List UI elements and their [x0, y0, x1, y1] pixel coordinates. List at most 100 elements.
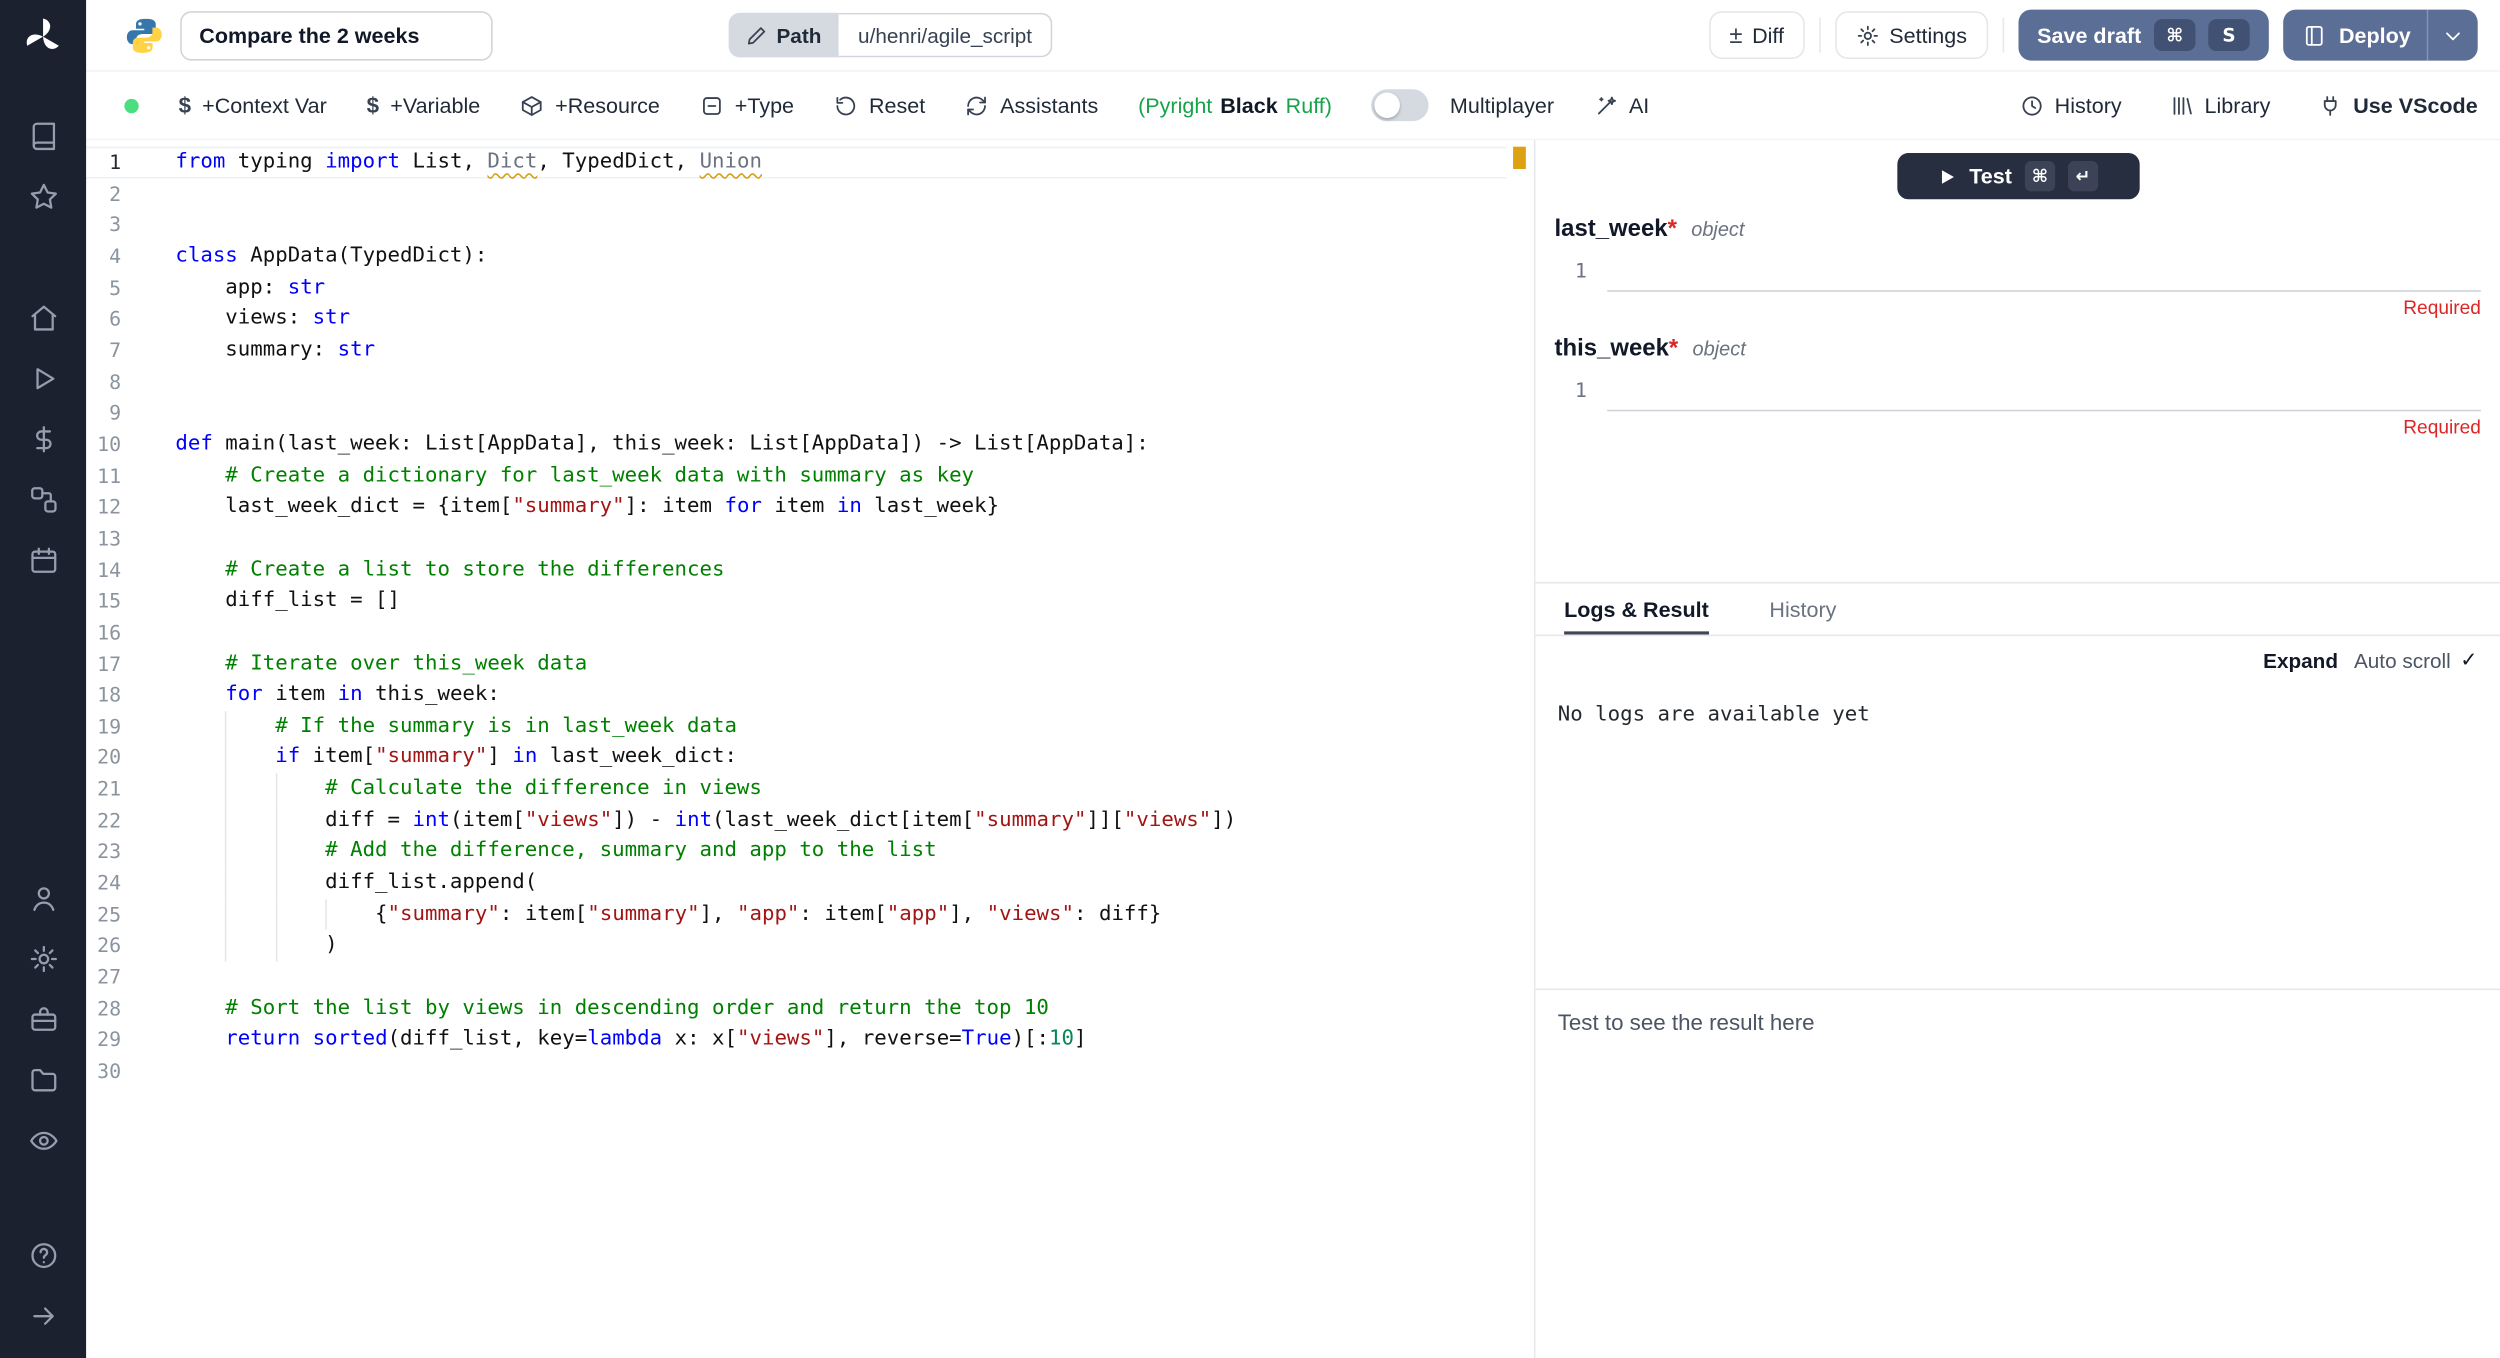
- code-line[interactable]: 26 ): [86, 930, 1507, 961]
- eye-icon[interactable]: [0, 1110, 86, 1171]
- tab-logs-result[interactable]: Logs & Result: [1564, 584, 1709, 635]
- line-number: 29: [86, 1024, 175, 1055]
- dollar-icon[interactable]: [0, 408, 86, 469]
- path-edit-tag[interactable]: Path: [729, 13, 839, 58]
- book-icon[interactable]: [0, 105, 86, 166]
- user-icon[interactable]: [0, 867, 86, 928]
- assistants-button[interactable]: Assistants: [965, 93, 1098, 117]
- arg-input-line[interactable]: [1607, 250, 2481, 291]
- script-title-input[interactable]: [180, 10, 493, 59]
- play-icon[interactable]: [0, 348, 86, 409]
- use-vscode-button[interactable]: Use VScode: [2318, 93, 2478, 117]
- reset-button[interactable]: Reset: [834, 93, 925, 117]
- path-control[interactable]: Path u/henri/agile_script: [729, 13, 1053, 58]
- play-icon: [1937, 167, 1956, 186]
- library-button[interactable]: Library: [2169, 93, 2270, 117]
- code-line[interactable]: 7 summary: str: [86, 335, 1507, 366]
- code-line[interactable]: 1from typing import List, Dict, TypedDic…: [86, 147, 1507, 178]
- expand-button[interactable]: Expand: [2263, 648, 2338, 672]
- code-line[interactable]: 8: [86, 366, 1507, 397]
- library-icon: [2169, 93, 2193, 117]
- line-number: 15: [86, 585, 175, 616]
- folder-icon[interactable]: [0, 1049, 86, 1110]
- code-line[interactable]: 19 # If the summary is in last_week data: [86, 711, 1507, 742]
- code-line[interactable]: 21 # Calculate the difference in views: [86, 773, 1507, 804]
- ai-button[interactable]: AI: [1594, 93, 1649, 117]
- code-line[interactable]: 22 diff = int(item["views"]) - int(last_…: [86, 805, 1507, 836]
- line-number: 17: [86, 648, 175, 679]
- overview-ruler[interactable]: [1507, 140, 1534, 1358]
- arg-type: object: [1693, 338, 1746, 360]
- wand-icon: [1594, 93, 1618, 117]
- code-line[interactable]: 2: [86, 178, 1507, 209]
- windmill-logo-icon[interactable]: [19, 13, 67, 61]
- star-icon[interactable]: [0, 166, 86, 227]
- test-button[interactable]: Test ⌘ ↵: [1897, 153, 2139, 199]
- sitemap-icon[interactable]: [0, 469, 86, 530]
- diff-button[interactable]: ± Diff: [1709, 11, 1805, 59]
- clock-icon: [2020, 93, 2044, 117]
- code-line[interactable]: 28 # Sort the list by views in descendin…: [86, 993, 1507, 1024]
- calendar-icon[interactable]: [0, 529, 86, 590]
- code-line[interactable]: 20 if item["summary"] in last_week_dict:: [86, 742, 1507, 773]
- autoscroll-toggle[interactable]: Auto scroll ✓: [2354, 647, 2478, 673]
- code-line[interactable]: 11 # Create a dictionary for last_week d…: [86, 460, 1507, 491]
- line-number: 26: [86, 930, 175, 961]
- save-draft-button[interactable]: Save draft ⌘ S: [2018, 10, 2269, 61]
- tab-history[interactable]: History: [1769, 584, 1836, 635]
- add-type-button[interactable]: +Type: [700, 93, 794, 117]
- s-key-badge: S: [2208, 19, 2249, 51]
- code-line[interactable]: 3: [86, 209, 1507, 240]
- deploy-button[interactable]: Deploy: [2283, 10, 2478, 61]
- code-line[interactable]: 17 # Iterate over this_week data: [86, 648, 1507, 679]
- gear-icon: [1856, 23, 1880, 47]
- arrow-right-icon[interactable]: [0, 1285, 86, 1346]
- code-line[interactable]: 15 diff_list = []: [86, 585, 1507, 616]
- code-line[interactable]: 13: [86, 523, 1507, 554]
- code-lines: 1from typing import List, Dict, TypedDic…: [86, 147, 1507, 1087]
- code-line[interactable]: 30: [86, 1056, 1507, 1087]
- toolbox-icon[interactable]: [0, 989, 86, 1050]
- line-number: 8: [86, 366, 175, 397]
- divider: [2002, 18, 2004, 53]
- line-number: 14: [86, 554, 175, 585]
- divider: [1819, 18, 1821, 53]
- code-line[interactable]: 10def main(last_week: List[AppData], thi…: [86, 429, 1507, 460]
- required-hint: Required: [1555, 416, 2481, 438]
- add-variable-button[interactable]: $ +Variable: [367, 93, 481, 117]
- deploy-dropdown[interactable]: [2427, 10, 2478, 61]
- add-resource-button[interactable]: +Resource: [520, 93, 660, 117]
- add-context-var-button[interactable]: $ +Context Var: [179, 93, 327, 117]
- multiplayer-label[interactable]: Multiplayer: [1450, 93, 1554, 117]
- home-icon[interactable]: [0, 287, 86, 348]
- code-line[interactable]: 12 last_week_dict = {item["summary"]: it…: [86, 491, 1507, 522]
- reset-icon: [834, 93, 858, 117]
- chevron-down-icon: [2441, 23, 2465, 47]
- arg-input-this-week[interactable]: 1: [1555, 370, 2481, 410]
- gear-icon[interactable]: [0, 928, 86, 989]
- result-section: Test to see the result here: [1535, 989, 2500, 1358]
- line-number: 18: [86, 679, 175, 710]
- code-line[interactable]: 16: [86, 617, 1507, 648]
- code-line[interactable]: 24 diff_list.append(: [86, 868, 1507, 899]
- arg-input-line[interactable]: [1607, 369, 2481, 410]
- code-line[interactable]: 6 views: str: [86, 303, 1507, 334]
- book-icon: [2302, 23, 2326, 47]
- code-line[interactable]: 27: [86, 962, 1507, 993]
- help-icon[interactable]: [0, 1224, 86, 1285]
- code-line[interactable]: 23 # Add the difference, summary and app…: [86, 836, 1507, 867]
- code-line[interactable]: 29 return sorted(diff_list, key=lambda x…: [86, 1024, 1507, 1055]
- line-number: 23: [86, 836, 175, 867]
- multiplayer-toggle[interactable]: [1372, 89, 1429, 121]
- history-button[interactable]: History: [2020, 93, 2122, 117]
- code-editor[interactable]: 1from typing import List, Dict, TypedDic…: [86, 140, 1507, 1358]
- code-line[interactable]: 5 app: str: [86, 272, 1507, 303]
- code-line[interactable]: 9: [86, 397, 1507, 428]
- code-line[interactable]: 25 {"summary": item["summary"], "app": i…: [86, 899, 1507, 930]
- code-line[interactable]: 18 for item in this_week:: [86, 679, 1507, 710]
- cmd-key-badge: ⌘: [2025, 161, 2055, 191]
- settings-button[interactable]: Settings: [1835, 11, 1988, 59]
- code-line[interactable]: 4class AppData(TypedDict):: [86, 241, 1507, 272]
- code-line[interactable]: 14 # Create a list to store the differen…: [86, 554, 1507, 585]
- arg-input-last-week[interactable]: 1: [1555, 250, 2481, 290]
